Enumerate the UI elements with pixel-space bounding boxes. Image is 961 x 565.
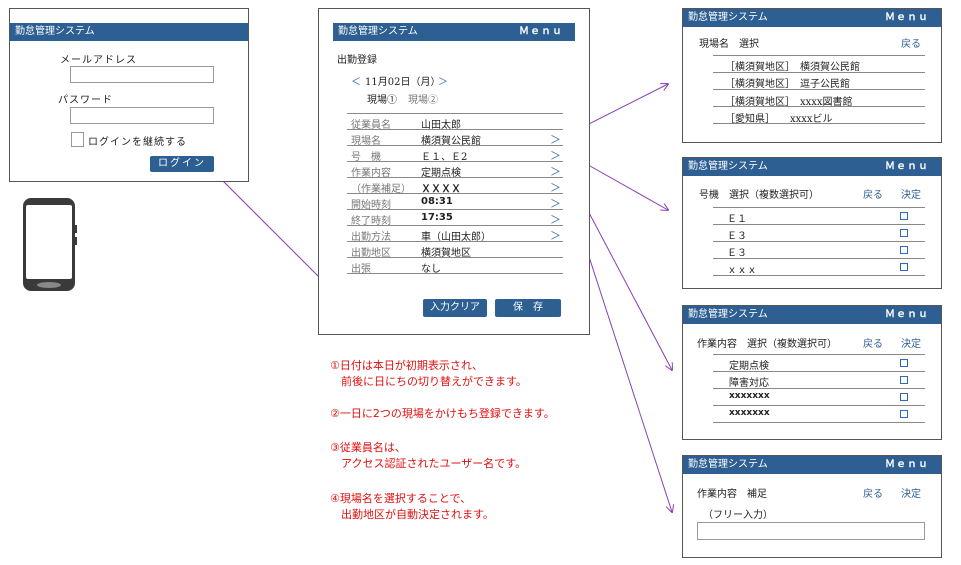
note-line: ④現場名を選択することで、: [330, 492, 472, 505]
work-checkbox[interactable]: [900, 410, 908, 418]
back-button[interactable]: 戻る: [863, 485, 883, 500]
unit-header: 勤怠管理システム Ｍｅｎｕ: [683, 158, 941, 176]
note-line: 出勤地区が自動決定されます。: [330, 508, 494, 521]
attendance-screen: 勤怠管理システム Ｍｅｎｕ 出勤登録 ＜ 11月02日（月） ＞ 現場① 現場②…: [318, 8, 590, 335]
login-header: 勤怠管理システム: [10, 23, 248, 41]
unit-item: Ｅ３: [727, 231, 747, 242]
work-checkbox[interactable]: [900, 393, 908, 401]
main-header: 勤怠管理システム Ｍｅｎｕ: [333, 23, 575, 41]
email-label: メールアドレス: [60, 55, 137, 66]
note-line: 前後に日にちの切り替えができます。: [330, 375, 527, 388]
app-title: 勤怠管理システム: [688, 459, 768, 470]
work-item: xxxxxxx: [729, 408, 770, 418]
site-item[interactable]: ［横須賀地区］ 逗子公民館: [725, 75, 850, 90]
site-select-screen: 勤怠管理システム Ｍｅｎｕ 現場名 選択 戻る ［横須賀地区］ 横須賀公民館 ［横…: [682, 8, 942, 143]
unit-select-screen: 勤怠管理システム Ｍｅｎｕ 号機 選択（複数選択可） 戻る 決定 Ｅ１ Ｅ３ Ｅ３…: [682, 157, 942, 289]
work-item: xxxxxxx: [729, 391, 770, 401]
row-value: 17:35: [421, 212, 453, 223]
back-button[interactable]: 戻る: [863, 186, 883, 201]
tab-site2[interactable]: 現場②: [408, 91, 438, 106]
work-item: 定期点検: [729, 361, 769, 372]
menu-button[interactable]: Ｍｅｎｕ: [885, 9, 929, 27]
app-title: 勤怠管理システム: [688, 309, 768, 320]
menu-button[interactable]: Ｍｅｎｕ: [519, 23, 563, 41]
unit-heading: 号機 選択（複数選択可）: [699, 190, 819, 201]
app-title: 勤怠管理システム: [15, 26, 95, 37]
row-value: 08:31: [421, 196, 453, 207]
unit-item: Ｅ３: [727, 248, 747, 259]
date-display: 11月02日（月）: [365, 77, 441, 88]
unit-checkbox[interactable]: [900, 246, 908, 254]
work-checkbox[interactable]: [900, 359, 908, 367]
ok-button[interactable]: 決定: [901, 335, 921, 350]
unit-item: ｘｘｘ: [727, 265, 757, 276]
unit-checkbox[interactable]: [900, 263, 908, 271]
note-header: 勤怠管理システム Ｍｅｎｕ: [683, 456, 941, 474]
back-button[interactable]: 戻る: [901, 35, 921, 50]
note-line: ②一日に2つの現場をかけもち登録できます。: [330, 407, 555, 420]
work-header: 勤怠管理システム Ｍｅｎｕ: [683, 306, 941, 324]
work-item: 障害対応: [729, 378, 769, 389]
app-title: 勤怠管理システム: [688, 12, 768, 23]
site-heading: 現場名 選択: [699, 39, 759, 50]
ok-button[interactable]: 決定: [901, 186, 921, 201]
clear-button[interactable]: 入力クリア: [423, 299, 487, 317]
menu-button[interactable]: Ｍｅｎｕ: [885, 306, 929, 324]
site-header: 勤怠管理システム Ｍｅｎｕ: [683, 9, 941, 27]
note-heading: 作業内容 補足: [697, 489, 767, 500]
menu-button[interactable]: Ｍｅｎｕ: [885, 456, 929, 474]
login-screen: 勤怠管理システム メールアドレス パスワード ログインを継続する ログイン: [9, 8, 249, 182]
unit-checkbox[interactable]: [900, 229, 908, 237]
work-note-screen: 勤怠管理システム Ｍｅｎｕ 作業内容 補足 戻る 決定 （フリー入力）: [682, 455, 942, 558]
free-input-field[interactable]: [697, 522, 925, 540]
ok-button[interactable]: 決定: [901, 485, 921, 500]
login-button[interactable]: ログイン: [150, 156, 214, 172]
smartphone-icon: [23, 198, 77, 291]
keep-login-checkbox[interactable]: [71, 132, 84, 147]
note-line: ③従業員名は、: [330, 441, 406, 454]
password-field[interactable]: [70, 107, 214, 124]
keep-login-label: ログインを継続する: [88, 137, 187, 148]
work-select-screen: 勤怠管理システム Ｍｅｎｕ 作業内容 選択（複数選択可） 戻る 決定 定期点検 障…: [682, 305, 942, 440]
back-button[interactable]: 戻る: [863, 335, 883, 350]
password-label: パスワード: [58, 95, 113, 106]
app-title: 勤怠管理システム: [338, 26, 418, 37]
unit-item: Ｅ１: [727, 214, 747, 225]
email-field[interactable]: [70, 66, 214, 83]
work-heading: 作業内容 選択（複数選択可）: [697, 339, 837, 350]
app-title: 勤怠管理システム: [688, 161, 768, 172]
work-checkbox[interactable]: [900, 376, 908, 384]
save-button[interactable]: 保 存: [495, 299, 561, 317]
free-input-label: （フリー入力）: [703, 510, 773, 521]
note-line: アクセス認証されたユーザー名です。: [330, 457, 527, 470]
prev-date-button[interactable]: ＜: [351, 73, 361, 88]
note-line: ①日付は本日が初期表示され、: [330, 359, 483, 372]
next-date-button[interactable]: ＞: [438, 73, 448, 88]
page-title: 出勤登録: [337, 55, 377, 66]
tab-site1[interactable]: 現場①: [367, 91, 397, 106]
unit-checkbox[interactable]: [900, 212, 908, 220]
menu-button[interactable]: Ｍｅｎｕ: [885, 158, 929, 176]
site-item[interactable]: ［横須賀地区］ 横須賀公民館: [725, 58, 860, 73]
